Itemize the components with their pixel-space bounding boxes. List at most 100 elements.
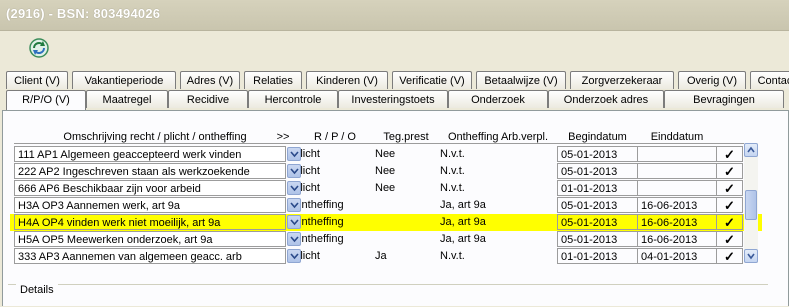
cell-begindatum[interactable]: 05-01-2013 (557, 214, 637, 230)
cell-einddatum[interactable]: 16-06-2013 (637, 197, 717, 213)
col-header-teg[interactable]: Teg.prest (376, 130, 436, 144)
cell-begindatum[interactable]: 05-01-2013 (557, 231, 637, 247)
dropdown-button[interactable] (287, 232, 301, 246)
cell-checkmark[interactable]: ✓ (717, 197, 743, 213)
cell-rpo[interactable]: Plicht (290, 163, 370, 179)
cell-rpo[interactable]: Ontheffing (290, 231, 370, 247)
table-row[interactable]: 666 AP6 Beschikbaar zijn voor arbeid Plic… (10, 180, 762, 197)
col-header-ontheffing[interactable]: Ontheffing Arb.verpl. (438, 130, 558, 144)
tab-maatregel[interactable]: Maatregel (86, 90, 168, 108)
dropdown-button[interactable] (287, 249, 301, 263)
dropdown-button[interactable] (287, 215, 301, 229)
cell-einddatum[interactable]: 04-01-2013 (637, 248, 717, 264)
cell-begindatum[interactable]: 01-01-2013 (557, 180, 637, 196)
cell-rpo[interactable]: Ontheffing (290, 214, 370, 230)
scroll-down-button[interactable] (744, 249, 758, 263)
tab-betaalwijze-v[interactable]: Betaalwijze (V) (476, 71, 566, 89)
cell-einddatum[interactable] (637, 146, 717, 162)
cell-teg-prest[interactable]: Ja (372, 248, 432, 264)
tab-contac[interactable]: Contac (750, 71, 789, 89)
cell-teg-prest[interactable]: Nee (372, 163, 432, 179)
cell-omschrijving[interactable]: 222 AP2 Ingeschreven staan als werkzoeke… (14, 163, 286, 179)
tab-vakantieperiode[interactable]: Vakantieperiode (72, 71, 176, 89)
cell-einddatum[interactable]: 16-06-2013 (637, 214, 717, 230)
chevron-down-icon (290, 202, 299, 209)
tab-adres-v[interactable]: Adres (V) (180, 71, 240, 89)
cell-ontheffing[interactable]: Ja, art 9a (437, 197, 557, 213)
cell-omschrijving[interactable]: H3A OP3 Aannemen werk, art 9a (14, 197, 286, 213)
cell-begindatum[interactable]: 05-01-2013 (557, 163, 637, 179)
tab-r-p-o-v[interactable]: R/P/O (V) (6, 90, 86, 111)
tab-hercontrole[interactable]: Hercontrole (248, 90, 338, 108)
tab-zorgverzekeraar[interactable]: Zorgverzekeraar (570, 71, 674, 89)
cell-teg-prest[interactable]: Nee (372, 146, 432, 162)
tab-verificatie-v[interactable]: Verificatie (V) (392, 71, 472, 89)
table-row[interactable]: 333 AP3 Aannemen van algemeen geacc. arb… (10, 248, 762, 265)
chevron-down-icon (290, 219, 299, 226)
cell-teg-prest[interactable] (372, 197, 432, 213)
rpo-grid: Omschrijving recht / plicht / ontheffing… (10, 130, 762, 266)
cell-einddatum[interactable] (637, 163, 717, 179)
tab-kinderen-v[interactable]: Kinderen (V) (306, 71, 388, 89)
scrollbar-thumb[interactable] (745, 190, 757, 220)
cell-ontheffing[interactable]: Ja, art 9a (437, 214, 557, 230)
cell-ontheffing[interactable]: N.v.t. (437, 146, 557, 162)
col-header-einddatum[interactable]: Einddatum (642, 130, 712, 144)
tab-relaties[interactable]: Relaties (244, 71, 302, 89)
scroll-up-button[interactable] (744, 143, 758, 157)
table-row[interactable]: H3A OP3 Aannemen werk, art 9a Ontheffing J… (10, 197, 762, 214)
tab-recidive[interactable]: Recidive (168, 90, 248, 108)
dropdown-button[interactable] (287, 164, 301, 178)
window-title: (2916) - BSN: 803494026 (6, 6, 161, 21)
cell-begindatum[interactable]: 05-01-2013 (557, 197, 637, 213)
chevron-down-icon (290, 185, 299, 192)
cell-teg-prest[interactable]: Nee (372, 180, 432, 196)
col-header-expand[interactable]: >> (272, 130, 294, 144)
tab-onderzoek-adres[interactable]: Onderzoek adres (548, 90, 664, 108)
dropdown-button[interactable] (287, 198, 301, 212)
cell-ontheffing[interactable]: N.v.t. (437, 180, 557, 196)
cell-checkmark[interactable]: ✓ (717, 163, 743, 179)
cell-einddatum[interactable] (637, 180, 717, 196)
tab-overig-v[interactable]: Overig (V) (678, 71, 746, 89)
col-header-rpo[interactable]: R / P / O (305, 130, 365, 144)
cell-rpo[interactable]: Ontheffing (290, 197, 370, 213)
table-row[interactable]: 111 AP1 Algemeen geaccepteerd werk vinde… (10, 146, 762, 163)
table-row[interactable]: H4A OP4 vinden werk niet moeilijk, art 9… (10, 214, 762, 231)
cell-omschrijving[interactable]: H4A OP4 vinden werk niet moeilijk, art 9… (14, 214, 286, 230)
tab-onderzoek[interactable]: Onderzoek (448, 90, 548, 108)
col-header-omschrijving[interactable]: Omschrijving recht / plicht / ontheffing (40, 130, 270, 144)
dropdown-button[interactable] (287, 147, 301, 161)
refresh-icon[interactable] (27, 36, 51, 60)
cell-ontheffing[interactable]: N.v.t. (437, 248, 557, 264)
cell-ontheffing[interactable]: Ja, art 9a (437, 231, 557, 247)
cell-rpo[interactable]: Plicht (290, 146, 370, 162)
window-titlebar: (2916) - BSN: 803494026 (0, 0, 789, 31)
cell-checkmark[interactable]: ✓ (717, 248, 743, 264)
dropdown-button[interactable] (287, 181, 301, 195)
cell-begindatum[interactable]: 05-01-2013 (557, 146, 637, 162)
table-row[interactable]: H5A OP5 Meewerken onderzoek, art 9a Onthe… (10, 231, 762, 248)
chevron-down-icon (290, 168, 299, 175)
tab-investeringstoets[interactable]: Investeringstoets (338, 90, 448, 108)
cell-checkmark[interactable]: ✓ (717, 180, 743, 196)
cell-einddatum[interactable]: 16-06-2013 (637, 231, 717, 247)
tab-bevragingen[interactable]: Bevragingen (664, 90, 784, 108)
cell-omschrijving[interactable]: 666 AP6 Beschikbaar zijn voor arbeid (14, 180, 286, 196)
cell-rpo[interactable]: Plicht (290, 248, 370, 264)
cell-checkmark[interactable]: ✓ (717, 214, 743, 230)
cell-teg-prest[interactable] (372, 231, 432, 247)
cell-rpo[interactable]: Plicht (290, 180, 370, 196)
vertical-scrollbar[interactable] (744, 143, 760, 263)
cell-omschrijving[interactable]: H5A OP5 Meewerken onderzoek, art 9a (14, 231, 286, 247)
cell-omschrijving[interactable]: 333 AP3 Aannemen van algemeen geacc. arb (14, 248, 286, 264)
cell-checkmark[interactable]: ✓ (717, 146, 743, 162)
tab-client-v[interactable]: Client (V) (6, 71, 68, 89)
table-row[interactable]: 222 AP2 Ingeschreven staan als werkzoeke… (10, 163, 762, 180)
cell-checkmark[interactable]: ✓ (717, 231, 743, 247)
cell-teg-prest[interactable] (372, 214, 432, 230)
col-header-begindatum[interactable]: Begindatum (560, 130, 635, 144)
cell-ontheffing[interactable]: N.v.t. (437, 163, 557, 179)
cell-omschrijving[interactable]: 111 AP1 Algemeen geaccepteerd werk vinde… (14, 146, 286, 162)
cell-begindatum[interactable]: 01-01-2013 (557, 248, 637, 264)
